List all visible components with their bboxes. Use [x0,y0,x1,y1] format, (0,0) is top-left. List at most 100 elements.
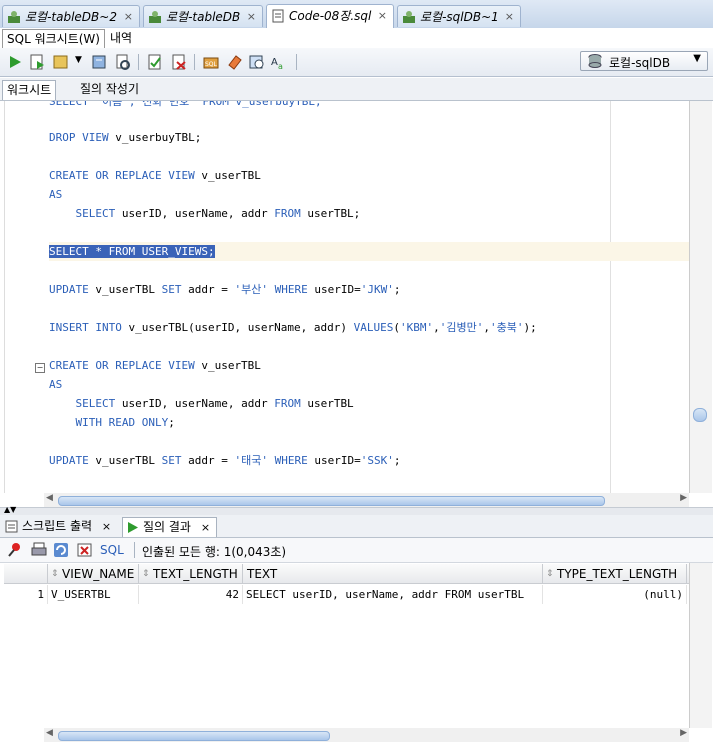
scroll-thumb[interactable] [58,731,330,741]
scroll-thumb[interactable] [693,408,707,422]
refresh-icon[interactable] [52,541,70,559]
run-script-icon[interactable] [28,53,46,71]
chevron-right-icon[interactable]: ▶ [680,493,687,503]
sql-connection-icon [149,11,161,23]
toolbar-separator [296,54,297,70]
sql-connection-icon [8,11,20,23]
close-icon[interactable]: × [247,6,256,28]
tab-label: 스크립트 출력 [22,519,93,533]
tab-local-tabledb[interactable]: 로컬-tableDB × [143,5,263,27]
code-line: DROP VIEW v_userbuyTBL; [49,131,202,144]
sql-editor[interactable]: − SELECT 이름 , 전화 번호 FROM v_userbuyTBL; D… [4,101,690,493]
close-icon[interactable]: × [378,5,387,27]
chevron-right-icon[interactable]: ▶ [680,728,687,738]
code-line: UPDATE v_userTBL SET addr = '부산' WHERE u… [49,283,401,296]
script-output-icon [5,520,18,533]
collapse-arrows-icon[interactable]: ▲▼ [4,505,16,514]
document-tab-bar: 로컬-tableDB~2 × 로컬-tableDB × Code-08장.sql… [0,0,713,29]
code-line: SELECT userID, userName, addr FROM userT… [75,397,354,410]
run-statement-icon[interactable] [6,53,24,71]
chevron-left-icon[interactable]: ◀ [46,728,53,738]
close-icon[interactable]: × [201,521,210,534]
toolbar-separator [138,54,139,70]
cancel-icon[interactable] [76,541,94,559]
svg-text:a: a [278,62,283,71]
explain-plan-icon[interactable] [90,53,108,71]
sql-unshared-icon[interactable]: SQL [202,53,220,71]
worksheet-history-tabs: SQL 워크시트(W) 내역 [0,28,713,49]
autotrace-icon[interactable] [52,53,70,71]
chevron-left-icon[interactable]: ◀ [46,493,53,503]
format-icon[interactable]: Aa [270,53,288,71]
code-line: CREATE OR REPLACE VIEW v_userTBL [49,359,261,372]
commit-icon[interactable] [146,53,164,71]
tab-history[interactable]: 내역 [106,29,136,47]
sort-icon: ⇕ [51,569,59,579]
code-line: WITH READ ONLY; [75,416,175,429]
tab-label: Code-08장.sql [289,9,372,23]
database-icon [588,54,602,68]
tab-code-08-sql[interactable]: Code-08장.sql × [266,4,394,29]
connection-selector[interactable]: 로컬-sqlDB ▼ [580,51,708,71]
editor-vertical-scrollbar[interactable] [689,101,712,493]
run-icon [128,522,138,533]
tab-query-builder[interactable]: 질의 작성기 [76,80,143,99]
fetch-status: 인출된 모든 행: 1(0,043초) [142,545,287,559]
sql-history-icon[interactable] [248,53,266,71]
cell-text[interactable]: SELECT userID, userName, addr FROM userT… [243,585,543,604]
line-gutter [5,101,45,493]
code-line: SELECT 이름 , 전화 번호 FROM v_userbuyTBL; [49,101,322,108]
selected-text: SELECT * FROM USER_VIEWS; [49,245,215,258]
scroll-thumb[interactable] [58,496,605,506]
tab-query-result[interactable]: 질의 결과 × [122,517,218,537]
tab-local-sqldb-1[interactable]: 로컬-sqlDB~1 × [397,5,521,27]
connection-label: 로컬-sqlDB [609,56,671,70]
tab-worksheet[interactable]: 워크시트 [2,80,57,100]
tab-label: 로컬-sqlDB~1 [420,10,499,24]
close-icon[interactable]: × [102,520,111,533]
grid-horizontal-scrollbar[interactable]: ◀ ▶ [44,728,689,742]
sort-icon: ⇕ [546,569,554,579]
sql-file-icon [272,9,284,23]
svg-text:SQL: SQL [205,61,218,68]
cell-type-text-length[interactable]: (null) [543,585,687,604]
fold-collapse-icon[interactable]: − [35,363,45,373]
tab-sql-worksheet[interactable]: SQL 워크시트(W) [2,29,105,48]
result-tabs: 스크립트 출력 × 질의 결과 × [0,515,713,538]
code-line: AS [49,188,63,201]
cell-view-name[interactable]: V_USERTBL [48,585,139,604]
code-line: SELECT userID, userName, addr FROM userT… [75,207,361,220]
toolbar-separator [194,54,195,70]
code-line-current: SELECT * FROM USER_VIEWS; [49,242,690,261]
code-line: INSERT INTO v_userTBL(userID, userName, … [49,321,537,334]
close-icon[interactable]: × [505,6,514,28]
eraser-icon[interactable] [226,53,244,71]
result-toolbar: SQL 인출된 모든 행: 1(0,043초) [0,538,713,563]
toolbar-separator [134,542,135,558]
code-line: AS [49,378,63,391]
cell-text-length[interactable]: 42 [139,585,243,604]
tab-label: 로컬-tableDB [166,10,241,24]
column-header-text[interactable]: TEXT [243,564,543,584]
result-grid[interactable]: ⇕ VIEW_NAME ⇕ TEXT_LENGTH TEXT ⇕ TYPE_TEXT_… [4,563,689,728]
editor-horizontal-scrollbar[interactable]: ◀ ▶ [44,493,689,507]
sql-connection-icon [403,11,415,23]
sql-link[interactable]: SQL [100,543,124,557]
chevron-down-icon[interactable]: ▼ [75,55,82,65]
editor-mode-tabs: 워크시트 질의 작성기 [0,78,713,101]
row-number: 1 [4,585,48,604]
code-line: CREATE OR REPLACE VIEW v_userTBL [49,169,261,182]
close-icon[interactable]: × [124,6,133,28]
print-icon[interactable] [30,541,48,559]
tab-script-output[interactable]: 스크립트 출력 × [2,517,117,536]
column-header-view-name[interactable]: ⇕ VIEW_NAME [48,564,139,584]
editor-toolbar: ▼ SQL Aa 로컬-sqlDB ▼ [0,48,713,77]
tab-local-tabledb-2[interactable]: 로컬-tableDB~2 × [2,5,140,27]
grid-vertical-scrollbar[interactable] [689,563,712,728]
svg-text:A: A [271,57,278,68]
rollback-icon[interactable] [170,53,188,71]
sql-tuning-icon[interactable] [114,53,132,71]
column-header-text-length[interactable]: ⇕ TEXT_LENGTH [139,564,243,584]
column-header-type-text-length[interactable]: ⇕ TYPE_TEXT_LENGTH [543,564,687,584]
pin-icon[interactable] [6,541,24,559]
